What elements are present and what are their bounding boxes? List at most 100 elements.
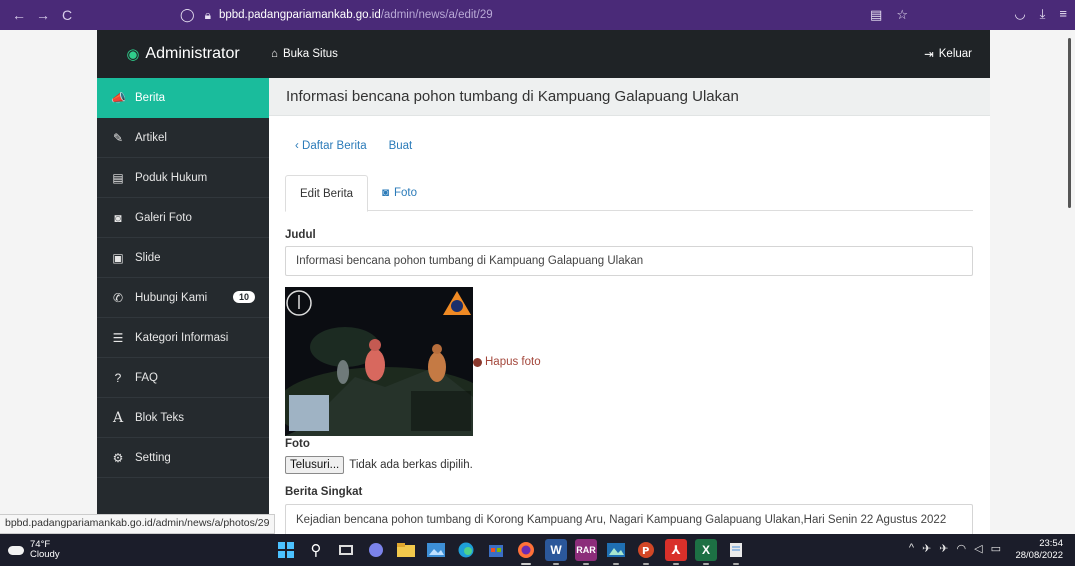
delete-photo-link[interactable]: Hapus foto xyxy=(473,356,541,368)
page-title: Informasi bencana pohon tumbang di Kampu… xyxy=(269,78,990,116)
photo-file-input: Telusuri... Tidak ada berkas dipilih. xyxy=(285,456,473,474)
save-icon: ▤ xyxy=(112,170,124,185)
sidebar: 📣 Berita ✎ Artikel ▤ Poduk Hukum ◙ Galer… xyxy=(97,78,269,534)
chat-icon[interactable] xyxy=(365,539,387,561)
sidebar-item-berita[interactable]: 📣 Berita xyxy=(97,78,269,118)
browse-button[interactable]: Telusuri... xyxy=(285,456,345,474)
logo-icon: ◉ xyxy=(126,46,140,63)
store-icon[interactable] xyxy=(485,539,507,561)
winrar-icon[interactable]: RAR xyxy=(575,539,597,565)
logout-label: Keluar xyxy=(938,48,972,60)
open-site-link[interactable]: ⌂ Buka Situs xyxy=(271,48,338,60)
volume-icon[interactable]: ◁ xyxy=(974,542,982,555)
edge-icon[interactable] xyxy=(455,539,477,561)
summary-label: Berita Singkat xyxy=(285,486,363,498)
camera-icon: ◙ xyxy=(382,187,390,199)
cloud-icon xyxy=(8,545,24,555)
gear-icon: ⚙ xyxy=(112,450,124,465)
breadcrumb: ‹ Daftar Berita Buat xyxy=(295,140,412,152)
shield-icon: ◯ xyxy=(180,7,195,22)
sidebar-item-label: Poduk Hukum xyxy=(135,171,208,184)
image-viewer-icon[interactable] xyxy=(605,539,627,565)
news-photo xyxy=(285,287,473,436)
sidebar-item-label: Galeri Foto xyxy=(135,211,192,224)
home-icon: ⌂ xyxy=(271,48,278,60)
url-host: bpbd.padangpariamankab.go.id xyxy=(218,9,381,21)
input-icon[interactable]: ✈ xyxy=(939,542,948,555)
chevron-up-icon[interactable]: ^ xyxy=(909,542,914,555)
photo-label: Foto xyxy=(285,438,310,450)
clock-time: 23:54 xyxy=(1039,538,1063,549)
system-clock[interactable]: 23:54 28/08/2022 xyxy=(1015,538,1063,562)
scrollbar-thumb[interactable] xyxy=(1068,38,1071,208)
brand[interactable]: ◉ Administrator xyxy=(97,45,269,63)
windows-start-icon[interactable] xyxy=(275,539,297,561)
firefox-icon[interactable] xyxy=(515,539,537,565)
logout-link[interactable]: ⇥ Keluar xyxy=(924,47,972,61)
photo-illustration xyxy=(285,287,473,436)
tab-edit-news[interactable]: Edit Berita xyxy=(285,175,369,212)
news-list-link[interactable]: ‹ Daftar Berita xyxy=(295,140,367,152)
weather-widget[interactable]: 74°F Cloudy xyxy=(8,540,60,560)
battery-icon[interactable]: ▭ xyxy=(991,542,1001,555)
edit-tabs: Edit Berita ◙ Foto xyxy=(285,175,973,212)
pencil-icon: ✎ xyxy=(112,130,124,145)
question-icon: ? xyxy=(114,370,122,385)
back-icon[interactable]: ← xyxy=(8,7,30,23)
sidebar-item-label: Blok Teks xyxy=(135,411,185,424)
sidebar-item-label: Berita xyxy=(135,91,166,104)
delete-icon xyxy=(473,357,482,367)
title-input[interactable]: Informasi bencana pohon tumbang di Kampu… xyxy=(285,246,973,276)
wifi-icon[interactable]: ◠ xyxy=(957,542,967,555)
logout-icon: ⇥ xyxy=(924,49,934,61)
photos-icon[interactable] xyxy=(425,539,447,561)
sidebar-item-setting[interactable]: ⚙ Setting xyxy=(97,438,269,478)
sidebar-item-label: Slide xyxy=(135,251,161,264)
lock-icon: 🔒︎ xyxy=(204,7,211,22)
notepad-icon[interactable] xyxy=(725,539,747,565)
menu-icon[interactable]: ≡ xyxy=(1059,6,1067,22)
download-icon[interactable]: ⤓ xyxy=(1040,6,1046,22)
taskbar-apps: ⚲ W RAR P ⅄ X xyxy=(275,539,747,565)
reload-icon[interactable]: C xyxy=(56,7,78,23)
windows-taskbar: 74°F Cloudy ⚲ W RAR P ⅄ X ^ ✈ ✈ ◠ ◁ ▭ 23… xyxy=(0,534,1075,566)
scrollbar[interactable] xyxy=(1061,30,1075,534)
pdf-icon[interactable]: ⅄ xyxy=(665,539,687,565)
image-icon: ▣ xyxy=(112,250,124,265)
message-count-badge: 10 xyxy=(232,291,255,303)
sidebar-item-label: Hubungi Kami xyxy=(135,291,208,304)
summary-textarea[interactable]: Kejadian bencana pohon tumbang di Korong… xyxy=(285,504,973,534)
word-icon[interactable]: W xyxy=(545,539,567,565)
search-icon[interactable]: ⚲ xyxy=(305,539,327,561)
content-panel: ‹ Daftar Berita Buat Edit Berita ◙ Foto … xyxy=(269,116,990,534)
sidebar-item-slide[interactable]: ▣ Slide xyxy=(97,238,269,278)
reader-view-icon[interactable]: ▤ xyxy=(870,7,882,23)
svg-text:P: P xyxy=(642,546,649,557)
sidebar-item-galeri-foto[interactable]: ◙ Galeri Foto xyxy=(97,198,269,238)
weather-condition: Cloudy xyxy=(30,549,60,560)
excel-icon[interactable]: X xyxy=(695,539,717,565)
address-bar[interactable]: ◯ 🔒︎ bpbd.padangpariamankab.go.id/admin/… xyxy=(180,4,920,26)
sidebar-item-artikel[interactable]: ✎ Artikel xyxy=(97,118,269,158)
language-icon[interactable]: ✈ xyxy=(922,542,931,555)
url-path: /admin/news/a/edit/29 xyxy=(380,9,493,21)
open-site-label: Buka Situs xyxy=(282,48,338,60)
sidebar-item-blok-teks[interactable]: A Blok Teks xyxy=(97,398,269,438)
link-status-tooltip: bpbd.padangpariamankab.go.id/admin/news/… xyxy=(0,514,276,534)
forward-icon[interactable]: → xyxy=(32,7,54,23)
task-view-icon[interactable] xyxy=(335,539,357,561)
app-header: ◉ Administrator ⌂ Buka Situs ⇥ Keluar xyxy=(97,30,990,78)
pocket-icon[interactable]: ◡ xyxy=(1014,6,1025,22)
sidebar-item-faq[interactable]: ? FAQ xyxy=(97,358,269,398)
powerpoint-icon[interactable]: P xyxy=(635,539,657,565)
sidebar-item-hubungi-kami[interactable]: ✆ Hubungi Kami 10 xyxy=(97,278,269,318)
tab-photo[interactable]: ◙ Foto xyxy=(368,175,431,211)
camera-icon: ◙ xyxy=(114,210,122,225)
sidebar-item-poduk-hukum[interactable]: ▤ Poduk Hukum xyxy=(97,158,269,198)
browser-toolbar: ← → C ◯ 🔒︎ bpbd.padangpariamankab.go.id /… xyxy=(0,0,1075,30)
bookmark-star-icon[interactable]: ☆ xyxy=(896,7,908,23)
sidebar-item-kategori-informasi[interactable]: ☰ Kategori Informasi xyxy=(97,318,269,358)
create-news-link[interactable]: Buat xyxy=(389,140,413,152)
file-explorer-icon[interactable] xyxy=(395,539,417,561)
phone-icon: ✆ xyxy=(112,290,124,305)
